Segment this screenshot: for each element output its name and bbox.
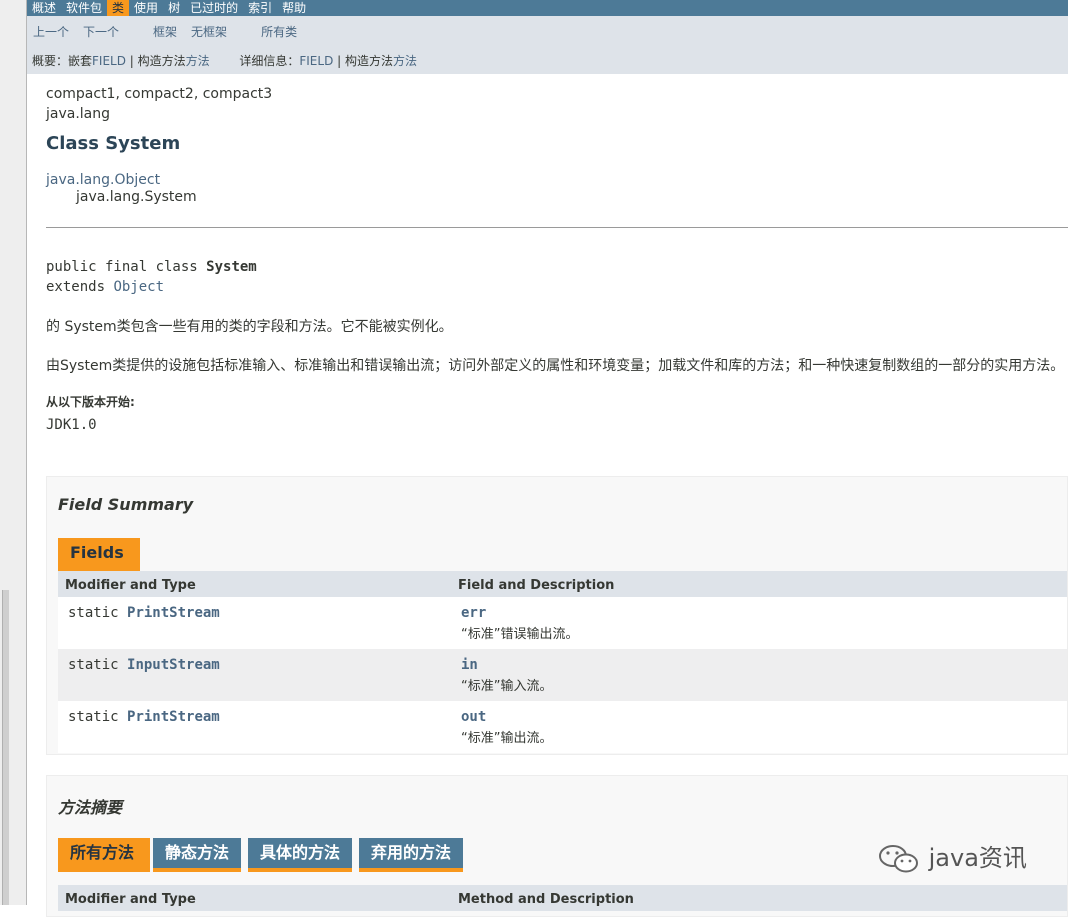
- nav-use[interactable]: 使用: [129, 0, 163, 16]
- summary-nested: 嵌套: [68, 54, 93, 68]
- row-modifier: static: [68, 605, 128, 621]
- no-frames-link[interactable]: 无框架: [191, 25, 227, 39]
- frames-link[interactable]: 框架: [153, 25, 177, 39]
- inherit-child: java.lang.System: [76, 189, 197, 205]
- table-row: static PrintStream err “标准”错误输出流。: [58, 597, 1067, 649]
- nav-deprecated[interactable]: 已过时的: [185, 0, 243, 16]
- table-row: static InputStream in “标准”输入流。: [58, 649, 1067, 701]
- nav-overview[interactable]: 概述: [27, 0, 61, 16]
- summary-constructor: 构造方法: [137, 54, 186, 68]
- profiles: compact1, compact2, compact3: [46, 86, 273, 102]
- summary-label: 概要：: [32, 54, 69, 68]
- tab-fields[interactable]: Fields: [58, 538, 140, 572]
- tab-static-methods[interactable]: 静态方法: [153, 838, 242, 872]
- row-modifier: static: [68, 657, 128, 673]
- detail-method-link[interactable]: 方法: [393, 54, 417, 68]
- decl-class-name: System: [206, 259, 257, 275]
- description-p1: 的 System类包含一些有用的类的字段和方法。它不能被实例化。: [46, 319, 453, 335]
- watermark: java资讯: [877, 838, 1027, 876]
- summary-field-link[interactable]: FIELD: [92, 54, 126, 68]
- row-description: “标准”输出流。: [461, 731, 553, 746]
- decl-extends: extends: [46, 279, 114, 295]
- decl-superclass-link[interactable]: Object: [113, 279, 164, 295]
- since-value: JDK1.0: [46, 417, 97, 433]
- summary-method-link[interactable]: 方法: [186, 54, 210, 68]
- summary-separator: |: [125, 54, 138, 68]
- nav-package[interactable]: 软件包: [61, 0, 107, 16]
- row-type-link[interactable]: InputStream: [127, 657, 220, 673]
- package-name: java.lang: [46, 106, 111, 122]
- tab-concrete-methods[interactable]: 具体的方法: [248, 838, 353, 872]
- class-header: compact1, compact2, compact3 java.lang C…: [46, 84, 1068, 206]
- inheritance-tree: java.lang.Object java.lang.System: [46, 172, 1068, 206]
- top-navbar: 概述 软件包类使用树已过时的 索引 帮助: [27, 0, 1068, 16]
- prev-class-link[interactable]: 上一个: [33, 25, 69, 39]
- class-declaration: public final class System extends Object: [46, 257, 257, 297]
- description-p2: 由System类提供的设施包括标准输入、标准输出和错误输出流；访问外部定义的属性…: [46, 358, 1065, 374]
- detail-field-link[interactable]: FIELD: [299, 54, 333, 68]
- inherit-parent-link[interactable]: java.lang.Object: [46, 172, 1068, 189]
- detail-label: 详细信息：: [239, 54, 300, 68]
- page-title: Class System: [46, 133, 181, 154]
- field-in-link[interactable]: in: [461, 657, 552, 673]
- nav-index[interactable]: 索引: [243, 0, 277, 16]
- row-description: “标准”输入流。: [461, 679, 553, 694]
- detail-constructor: 构造方法: [344, 54, 393, 68]
- tab-all-methods[interactable]: 所有方法: [58, 838, 151, 872]
- nav-help[interactable]: 帮助: [277, 0, 311, 16]
- row-description: “标准”错误输出流。: [461, 627, 579, 642]
- field-table-header: Modifier and Type Field and Description: [58, 571, 1067, 597]
- row-type-link[interactable]: PrintStream: [127, 605, 220, 621]
- field-err-link[interactable]: err: [461, 605, 578, 621]
- nav-class: 类: [107, 0, 130, 16]
- field-out-link[interactable]: out: [461, 709, 552, 725]
- method-summary-heading: 方法摘要: [58, 798, 123, 817]
- since-label: 从以下版本开始:: [46, 395, 135, 409]
- col-modifier-type: Modifier and Type: [65, 892, 196, 907]
- decl-modifiers: public final class: [46, 259, 207, 275]
- row-modifier: static: [68, 709, 128, 725]
- divider: [46, 227, 1068, 228]
- row-type-link[interactable]: PrintStream: [127, 709, 220, 725]
- col-method-description: Method and Description: [458, 892, 634, 907]
- nav-tree[interactable]: 树: [163, 0, 185, 16]
- wechat-icon: [879, 845, 918, 873]
- all-classes-link[interactable]: 所有类: [261, 25, 297, 39]
- sub-navbar: 上一个 下一个 框架 无框架 所有类 概要：嵌套FIELD | 构造方法方法 详细信息：…: [27, 16, 1068, 74]
- field-summary-heading: Field Summary: [58, 495, 194, 514]
- left-frame-scrollbar[interactable]: [2, 590, 9, 905]
- tab-deprecated-methods[interactable]: 弃用的方法: [359, 838, 464, 872]
- watermark-text: java资讯: [928, 844, 1027, 872]
- table-row: static PrintStream out “标准”输出流。: [58, 701, 1067, 753]
- method-table-header: Modifier and Type Method and Description: [58, 885, 1067, 911]
- left-frame: [0, 0, 27, 905]
- detail-separator: |: [333, 54, 345, 68]
- field-summary: Field Summary Fields Modifier and Type F…: [46, 476, 1068, 755]
- next-class-link[interactable]: 下一个: [83, 25, 119, 39]
